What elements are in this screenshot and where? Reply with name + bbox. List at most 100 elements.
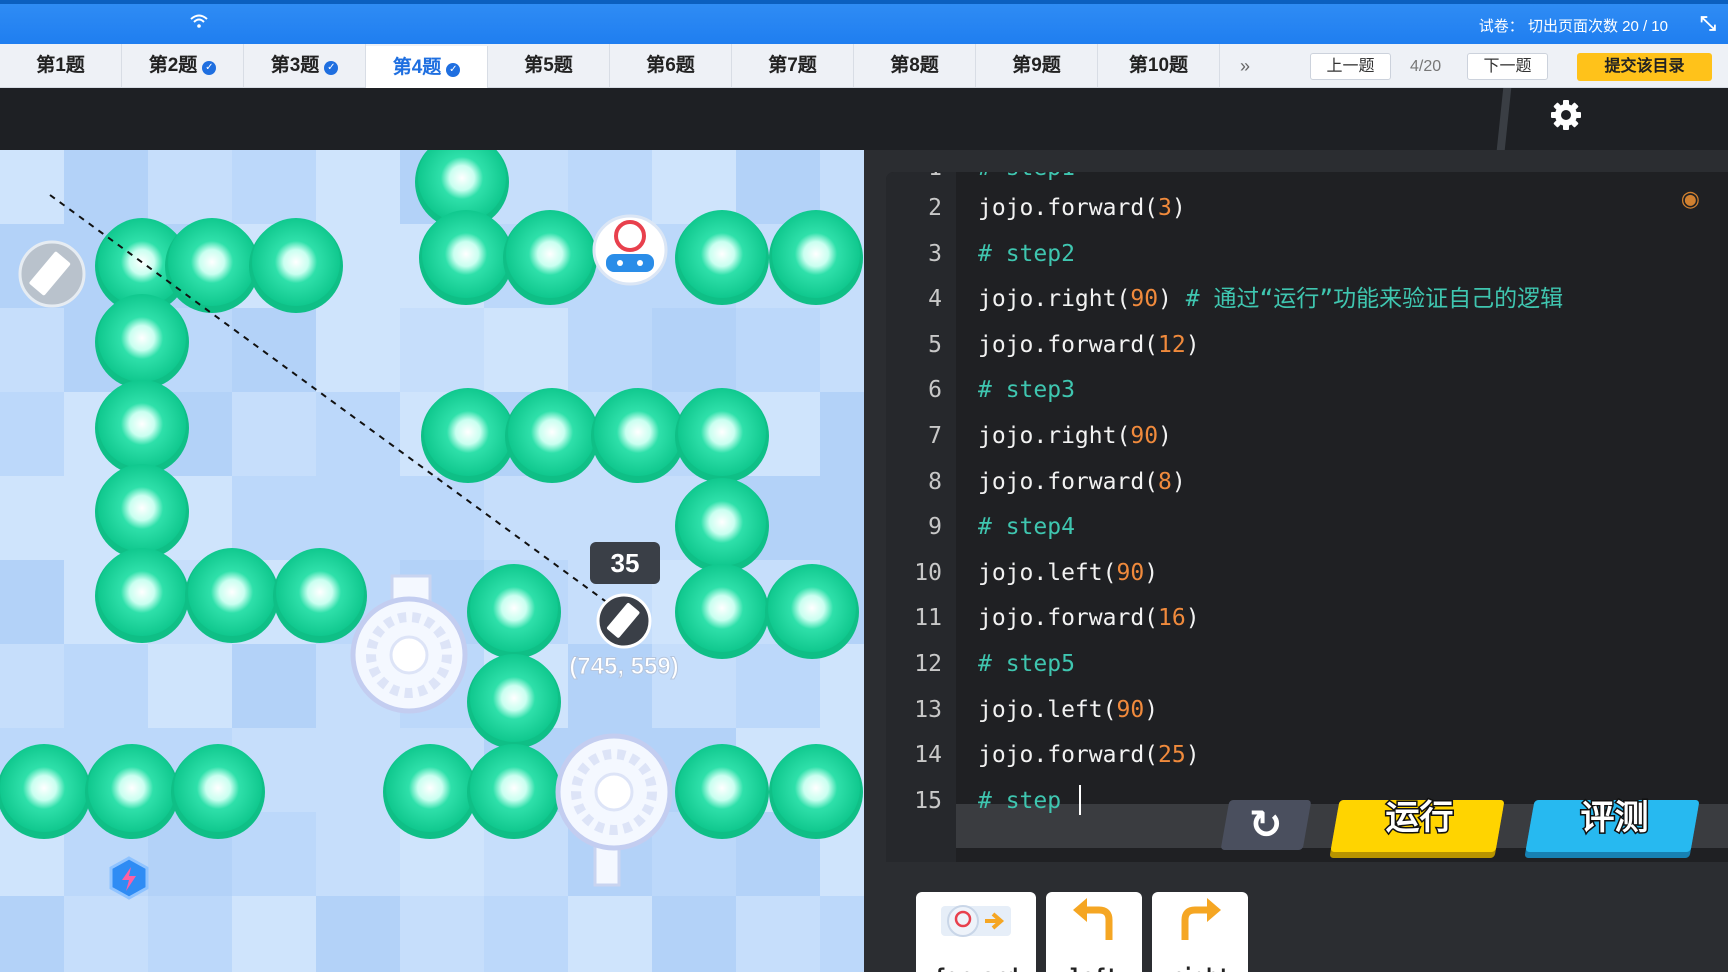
measure-coordinates: (745, 559) (569, 653, 678, 680)
map-tile (568, 308, 652, 392)
map-tile (0, 644, 64, 728)
submit-button[interactable]: 提交该目录 (1577, 53, 1712, 81)
completed-check-icon: ✓ (446, 63, 461, 77)
code-area[interactable]: 1 # step1 2jojo.forward(3) 3# step2 4jojo.… (886, 172, 1728, 862)
tab-question-2[interactable]: 第2题 ✓ (122, 44, 244, 88)
tab-question-7[interactable]: 第7题 (732, 44, 854, 88)
wifi-icon (190, 14, 208, 33)
tab-question-5[interactable]: 第5题 (488, 44, 610, 88)
map-tile (736, 308, 820, 392)
question-tabs: 第1题 第2题 ✓ 第3题 ✓ 第4题 ✓ 第5题 第6题 第7题 第8题 第9题 第10题 » 上一题… (0, 44, 1728, 90)
code-line-12: 12 # step5 (914, 651, 1075, 677)
code-line-4: 4 jojo.right(90) # 通过“运行”功能来验证自己的逻辑 (928, 286, 1564, 313)
ruler-icon-start[interactable] (18, 240, 86, 308)
map-tile (484, 896, 568, 972)
map-tile (820, 392, 864, 476)
tab-question-8[interactable]: 第8题 (854, 44, 976, 88)
map-tile (64, 150, 148, 224)
map-tile (64, 896, 148, 972)
map-tile (0, 392, 64, 476)
robot-jojo (592, 214, 668, 286)
map-tile (484, 476, 568, 560)
code-line-13: 13 jojo.left(90) (914, 696, 1159, 723)
map-tile (0, 308, 64, 392)
map-tile (232, 644, 316, 728)
robot-forward-icon (941, 905, 1011, 937)
settings-gear-icon[interactable] (1548, 98, 1584, 138)
tab-question-3[interactable]: 第3题 ✓ (244, 44, 366, 88)
evaluate-button[interactable]: 评测 (1525, 798, 1700, 852)
map-tile (0, 560, 64, 644)
game-map[interactable]: 35 (745, 559) (0, 150, 864, 972)
map-tile (652, 308, 736, 392)
map-tile (232, 896, 316, 972)
map-tile (652, 896, 736, 972)
reset-icon: ↻ (1249, 803, 1283, 847)
turn-right-arrow-icon (1181, 898, 1221, 940)
code-line-9: 9 # step4 (928, 514, 1075, 541)
map-tile (232, 392, 316, 476)
reset-button[interactable]: ↻ (1220, 800, 1312, 850)
map-tile (0, 896, 64, 972)
code-line-3: 3 # step2 (928, 240, 1075, 267)
run-button[interactable]: 运行 (1330, 798, 1505, 852)
code-line-6: 6 # step3 (928, 377, 1075, 404)
map-tile (148, 896, 232, 972)
map-tile (484, 308, 568, 392)
map-tile (316, 392, 400, 476)
tab-question-4[interactable]: 第4题 ✓ (366, 46, 488, 90)
code-line-8: 8 jojo.forward(8) (928, 468, 1186, 495)
exit-fullscreen-icon[interactable]: ⤡ (1700, 13, 1716, 36)
map-tile (316, 812, 400, 896)
map-tile (400, 476, 484, 560)
energy-gem-icon (109, 856, 149, 900)
next-question-button[interactable]: 下一题 (1467, 53, 1548, 80)
tab-question-6[interactable]: 第6题 (610, 44, 732, 88)
ruler-icon-end[interactable] (596, 593, 652, 649)
map-tile (316, 896, 400, 972)
text-cursor (1078, 784, 1081, 815)
code-line-5: 5 jojo.forward(12) (928, 331, 1200, 358)
tab-question-10[interactable]: 第10题 (1098, 44, 1220, 88)
map-tile (148, 644, 232, 728)
map-tile (820, 308, 864, 392)
map-tile (232, 476, 316, 560)
completed-check-icon: ✓ (324, 61, 339, 75)
map-tile (400, 896, 484, 972)
map-tile (400, 308, 484, 392)
completed-check-icon: ✓ (202, 61, 217, 75)
map-tile (316, 308, 400, 392)
switch-count-text: 试卷： 切出页面次数 20 / 10 (1478, 18, 1668, 35)
right-block[interactable]: right (1152, 892, 1248, 972)
code-line-14: 14 jojo.forward(25) (914, 742, 1200, 769)
tab-question-1[interactable]: 第1题 (0, 44, 122, 88)
map-tile (820, 476, 864, 560)
command-blocks: forward left right (864, 872, 1728, 972)
code-line-2: 2 jojo.forward(3) (928, 195, 1186, 221)
more-tabs-button[interactable]: » (1240, 44, 1250, 88)
map-tile (148, 150, 232, 224)
map-tile (0, 150, 64, 224)
map-tile (568, 896, 652, 972)
top-status-bar: 试卷： 切出页面次数 20 / 10 ⤡ (0, 0, 1728, 44)
map-canvas: 35 (745, 559) (0, 150, 864, 972)
distance-badge: 35 (590, 542, 660, 584)
code-line-7: 7 jojo.right(90) (928, 423, 1172, 449)
code-line-1: 1 # step1 (886, 172, 1728, 188)
prev-question-button[interactable]: 上一题 (1310, 53, 1391, 80)
map-tile (316, 476, 400, 560)
map-tile (568, 150, 652, 224)
left-block[interactable]: left (1046, 892, 1142, 972)
eye-icon[interactable]: ◉ (1681, 186, 1700, 212)
map-tile (232, 150, 316, 224)
map-tile (736, 896, 820, 972)
map-tile (64, 644, 148, 728)
forward-block[interactable]: forward (916, 892, 1036, 972)
map-tile (820, 896, 864, 972)
code-line-10: 10 jojo.left(90) (914, 559, 1159, 586)
map-tile (0, 476, 64, 560)
map-tile (316, 150, 400, 224)
question-progress: 4/20 (1410, 58, 1442, 75)
tab-question-9[interactable]: 第9题 (976, 44, 1098, 88)
distance-value: 35 (611, 548, 640, 578)
